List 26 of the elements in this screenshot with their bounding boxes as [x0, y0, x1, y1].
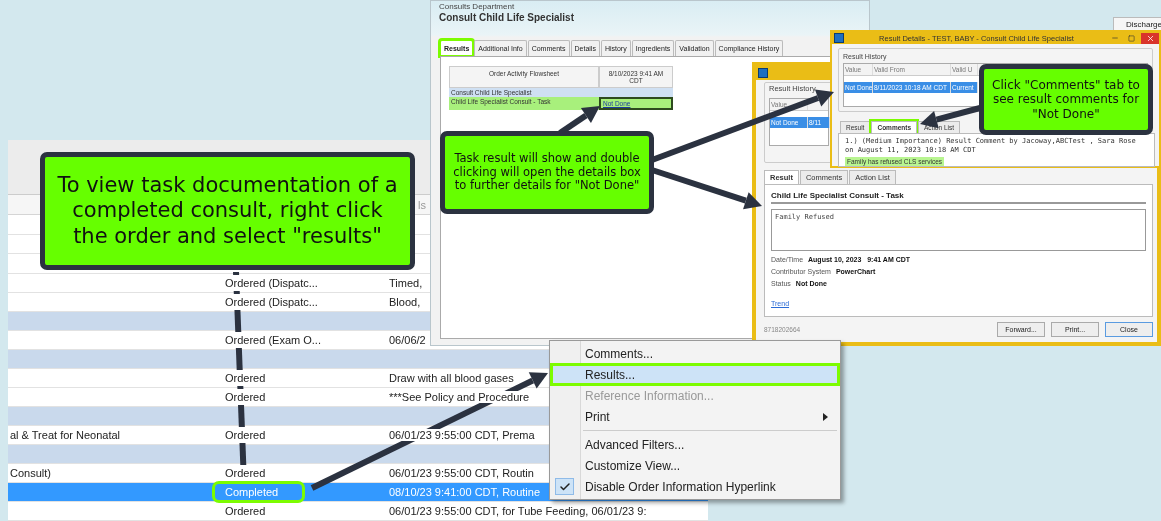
app-icon [758, 68, 768, 78]
close-icon[interactable] [1141, 32, 1159, 44]
table-cell: al & Treat for Neonatal [10, 428, 121, 441]
table-cell: 08/10/23 9:41:00 CDT, Routine [389, 485, 541, 498]
app-icon [834, 33, 844, 43]
table-cell: Draw with all blood gases [389, 371, 514, 384]
task-title: Child Life Specialist Consult - Task [771, 191, 1146, 204]
callout-note: To view task documentation of a completed consult, right click the order and select "results" [40, 152, 415, 270]
table-cell: Consult) [10, 466, 51, 479]
window-title: Consult Child Life Specialist [438, 12, 575, 25]
callout-note: Click "Comments" tab to see result comments for "Not Done" [979, 64, 1153, 135]
table-cell: 06/01/23 9:55:00 CDT, Prema [389, 428, 535, 441]
table-cell: 06/01/23 9:55:00 CDT, for Tube Feeding, 06/01/23 9: [389, 504, 647, 517]
table-cell: 06/06/2 [389, 333, 426, 346]
status-cell: Completed [215, 483, 303, 500]
menu-item[interactable]: Results... [551, 364, 839, 385]
department-label: Consults Department [438, 1, 516, 12]
table-cell: Blood, [389, 295, 421, 308]
order-row[interactable]: Ordered 06/01/23 9:55:00 CDT, for Tube Feeding, 06/01/23 9: [8, 501, 708, 521]
callout-note: Task result will show and double clicking will open the details box to further details for "Not Done" [440, 131, 654, 214]
table-cell: 06/01/23 9:55:00 CDT, Routin [389, 466, 534, 479]
maximize-icon[interactable] [1125, 32, 1137, 44]
menu-item[interactable]: Print [551, 406, 839, 427]
arrow [920, 105, 981, 129]
table-cell: Timed, [389, 276, 423, 289]
table-cell: ***See Policy and Procedure [389, 390, 530, 403]
